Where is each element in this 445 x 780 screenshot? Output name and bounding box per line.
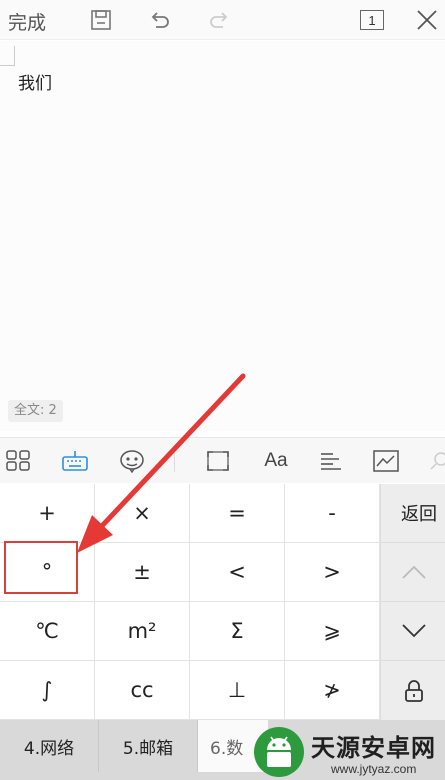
key-integral[interactable]: ∫	[0, 661, 95, 720]
close-icon[interactable]	[414, 7, 440, 33]
redo-icon[interactable]	[206, 7, 232, 33]
keyboard-side-column: 返回	[380, 484, 445, 720]
chart-icon[interactable]	[372, 448, 400, 474]
return-button[interactable]: 返回	[381, 484, 445, 543]
document-text[interactable]: 我们	[18, 69, 52, 94]
fullscreen-icon[interactable]	[204, 448, 232, 474]
key-less-than[interactable]: <	[190, 543, 285, 602]
key-plus[interactable]: +	[0, 484, 95, 543]
toolbar-divider	[174, 450, 175, 472]
key-not-greater[interactable]: ≯	[285, 661, 380, 720]
key-multiply[interactable]: ×	[95, 484, 190, 543]
font-icon[interactable]: Aa	[260, 448, 292, 474]
watermark-title: 天源安卓网	[311, 734, 436, 762]
category-tab-email[interactable]: 5.邮箱	[99, 720, 198, 772]
key-square-meter[interactable]: m²	[95, 602, 190, 661]
page-corner-mark	[0, 46, 15, 66]
watermark-url: www.jytyaz.com	[331, 762, 417, 776]
android-logo-icon	[254, 727, 304, 777]
watermark: 天源安卓网 www.jytyaz.com	[253, 724, 443, 780]
grid-apps-icon[interactable]	[5, 448, 33, 474]
key-celsius[interactable]: ℃	[0, 602, 95, 661]
voice-icon[interactable]	[425, 448, 445, 474]
key-plus-minus[interactable]: ±	[95, 543, 190, 602]
word-count-badge: 全文: 2	[8, 400, 63, 422]
keyboard-toolbar: Aa	[0, 437, 445, 483]
key-cc[interactable]: cc	[95, 661, 190, 720]
keyboard-icon[interactable]	[61, 448, 89, 474]
lock-icon[interactable]	[381, 661, 445, 720]
key-equals[interactable]: =	[190, 484, 285, 543]
page-count: 1	[360, 10, 384, 30]
chevron-up-icon[interactable]	[381, 543, 445, 602]
key-perpendicular[interactable]: ⊥	[190, 661, 285, 720]
document-area[interactable]: 我们	[0, 41, 445, 431]
category-tab-network[interactable]: 4.网络	[0, 720, 99, 772]
key-minus[interactable]: -	[285, 484, 380, 543]
key-greater-equal[interactable]: ⩾	[285, 602, 380, 661]
key-sigma[interactable]: Σ	[190, 602, 285, 661]
emoji-icon[interactable]	[118, 448, 146, 474]
undo-icon[interactable]	[147, 7, 173, 33]
chevron-down-icon[interactable]	[381, 602, 445, 661]
highlight-box	[4, 541, 78, 594]
key-greater-than[interactable]: >	[285, 543, 380, 602]
save-icon[interactable]	[88, 7, 114, 33]
top-toolbar: 完成 1	[0, 0, 445, 40]
page-icon[interactable]: 1	[359, 7, 385, 33]
align-icon[interactable]	[317, 448, 345, 474]
done-button[interactable]: 完成	[8, 8, 46, 35]
symbol-keyboard: + × = - ° ± < > ℃ m² Σ ⩾ ∫ cc ⊥ ≯	[0, 484, 380, 720]
